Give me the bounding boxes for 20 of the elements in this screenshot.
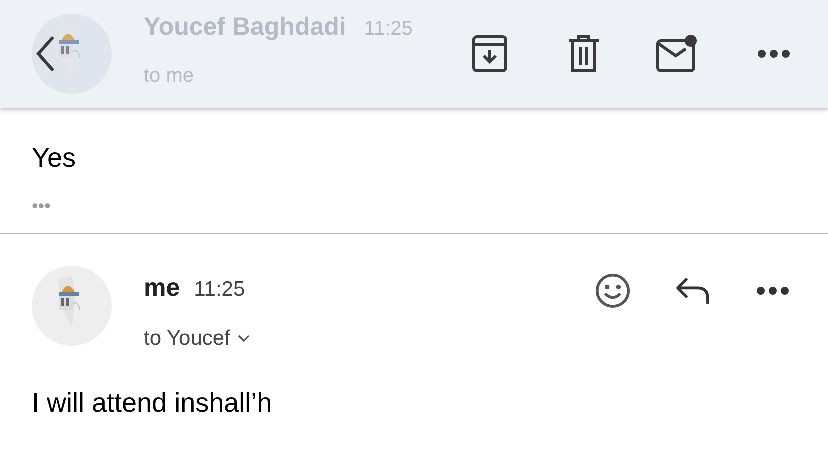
recipient-line: to me [144,64,196,89]
more-icon [757,286,789,294]
timestamp: 11:25 [194,276,246,302]
message-body: I will attend inshall’h [32,388,272,418]
envelope-icon [656,35,698,73]
back-icon [34,35,56,73]
reply-icon [675,276,711,304]
more-icon [758,50,790,58]
chevron-down-icon [238,334,250,343]
message-body: Yes [32,142,78,175]
smiley-icon [595,272,631,308]
sender-name: me [144,272,180,304]
archive-icon [472,35,508,73]
trash-icon [568,35,600,73]
reaction-button[interactable] [594,272,632,310]
timestamp: 11:25 [364,17,413,42]
mark-unread-button[interactable] [656,34,698,74]
recipient-dropdown[interactable]: to Youcef [144,323,250,354]
archive-button[interactable] [470,34,510,74]
sender-name: Youcef Baghdadi [144,12,346,44]
